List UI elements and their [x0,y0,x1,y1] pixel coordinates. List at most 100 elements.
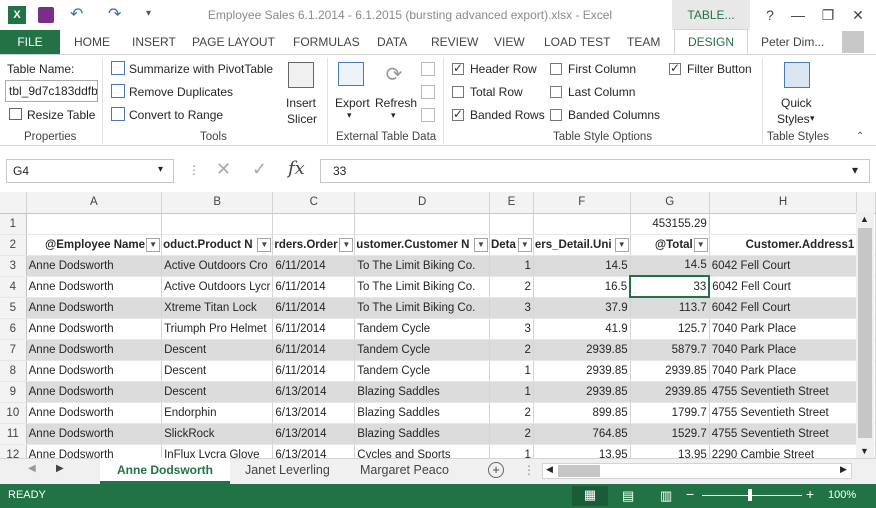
cell[interactable]: 6042 Fell Court [709,255,858,277]
row-number[interactable]: 7 [0,339,27,361]
cell[interactable]: 14.5 [630,255,710,277]
tab-view[interactable]: VIEW [494,30,525,54]
cell[interactable]: To The Limit Biking Co. [354,276,490,298]
cell[interactable] [354,213,490,235]
cell[interactable] [161,213,274,235]
export-dropdown-icon[interactable]: ▾ [347,110,352,121]
collapse-ribbon-icon[interactable]: ⌃ [856,131,864,142]
remove-duplicates-button[interactable]: Remove Duplicates [129,85,233,99]
cell[interactable]: Anne Dodsworth [26,255,163,277]
cell[interactable]: 1 [489,444,534,458]
cell[interactable]: 6042 Fell Court [709,276,858,298]
row-number[interactable]: 6 [0,318,27,340]
cell[interactable]: 2939.85 [630,381,710,403]
header-cell[interactable]: ers_Detail.Uni ▼ [533,234,631,256]
tab-file[interactable]: FILE [0,30,60,54]
row-number[interactable]: 3 [0,255,27,277]
zoom-in-icon[interactable]: + [806,486,814,502]
cell[interactable]: 2 [489,339,534,361]
header-cell[interactable]: oduct.Product N ▼ [161,234,274,256]
cell[interactable]: 3 [489,318,534,340]
cell[interactable]: SlickRock [161,423,274,445]
tab-data[interactable]: DATA [377,30,407,54]
cell[interactable]: 7040 Park Place [709,339,858,361]
cell[interactable]: Anne Dodsworth [26,297,163,319]
row-number[interactable]: 10 [0,402,27,424]
horizontal-scroll-thumb[interactable] [558,465,600,477]
row-number[interactable]: 5 [0,297,27,319]
column-header[interactable]: D [354,192,490,214]
column-header[interactable]: B [161,192,274,214]
cell[interactable]: 37.9 [533,297,631,319]
undo-icon[interactable]: ↶ [70,4,83,24]
cell[interactable]: Descent [161,360,274,382]
cell[interactable]: Anne Dodsworth [26,402,163,424]
save-icon[interactable] [38,7,54,23]
normal-view-icon[interactable]: ▦ [572,486,608,506]
cell[interactable]: 113.7 [630,297,710,319]
cell[interactable] [272,213,356,235]
cell[interactable]: 899.85 [533,402,631,424]
cell[interactable]: Tandem Cycle [354,360,490,382]
insert-function-icon[interactable]: fx [288,158,305,179]
cell[interactable]: 14.5 [533,255,631,277]
select-all-corner[interactable] [0,192,27,214]
cell[interactable]: 13.95 [630,444,710,458]
vertical-scroll-thumb[interactable] [858,228,872,438]
prev-sheet-icon[interactable]: ◀ [28,463,36,474]
cell[interactable]: Xtreme Titan Lock [161,297,274,319]
cell[interactable]: 1 [489,381,534,403]
zoom-slider-track[interactable] [702,495,802,496]
sheet-tab-anne-dodsworth[interactable]: Anne Dodsworth [100,458,230,484]
cell[interactable]: Anne Dodsworth [26,276,163,298]
tab-page-layout[interactable]: PAGE LAYOUT [192,30,275,54]
zoom-level[interactable]: 100% [828,489,856,501]
customize-qat-icon[interactable]: ▾ [146,8,151,19]
row-number[interactable]: 2 [0,234,27,256]
cell[interactable]: 16.5 [533,276,631,298]
header-cell[interactable]: rders.Order ▼ [272,234,356,256]
unlink-icon[interactable] [421,108,435,122]
cell[interactable]: 6/11/2014 [272,339,356,361]
zoom-out-icon[interactable]: − [686,486,694,502]
worksheet-grid[interactable]: A B C D E F G H 1 453155.29 2 @Employee … [0,192,876,458]
cell[interactable]: 5879.7 [630,339,710,361]
quick-styles-button-line1[interactable]: Quick [781,96,812,110]
header-cell[interactable]: Deta ▼ [489,234,534,256]
column-header[interactable]: A [26,192,163,214]
next-sheet-icon[interactable]: ▶ [56,463,64,474]
cell[interactable]: Anne Dodsworth [26,339,163,361]
zoom-slider-thumb[interactable] [748,489,752,501]
cell[interactable]: 6042 Fell Court [709,297,858,319]
cell[interactable]: 1529.7 [630,423,710,445]
insert-slicer-button-line1[interactable]: Insert [286,96,316,110]
cell[interactable]: 6/11/2014 [272,255,356,277]
cell[interactable]: Descent [161,381,274,403]
cell[interactable]: 6/11/2014 [272,360,356,382]
cell[interactable]: 6/11/2014 [272,318,356,340]
cell[interactable]: 2 [489,276,534,298]
cell[interactable]: 3 [489,297,534,319]
column-header[interactable]: G [630,192,710,214]
filter-button-checkbox[interactable] [669,61,681,75]
cell[interactable]: 2939.85 [630,360,710,382]
cell-total[interactable]: 453155.29 [630,213,710,235]
cell[interactable] [26,213,163,235]
first-column-checkbox[interactable] [550,63,562,75]
cell[interactable]: 2939.85 [533,381,631,403]
filter-dropdown-icon[interactable]: ▼ [693,237,708,252]
cell[interactable]: Endorphin [161,402,274,424]
filter-dropdown-icon[interactable]: ▼ [146,237,161,252]
row-number[interactable]: 11 [0,423,27,445]
column-header[interactable]: E [489,192,534,214]
header-cell[interactable]: ustomer.Customer N ▼ [354,234,490,256]
row-number[interactable]: 8 [0,360,27,382]
cell[interactable]: 7040 Park Place [709,318,858,340]
cell[interactable]: 2939.85 [533,339,631,361]
cell[interactable] [533,213,631,235]
restore-button[interactable]: ❐ [814,0,842,30]
cell[interactable]: 4755 Seventieth Street [709,423,858,445]
scroll-right-icon[interactable]: ▶ [840,464,847,475]
cell[interactable]: 4755 Seventieth Street [709,381,858,403]
scroll-down-icon[interactable]: ▼ [860,446,869,456]
